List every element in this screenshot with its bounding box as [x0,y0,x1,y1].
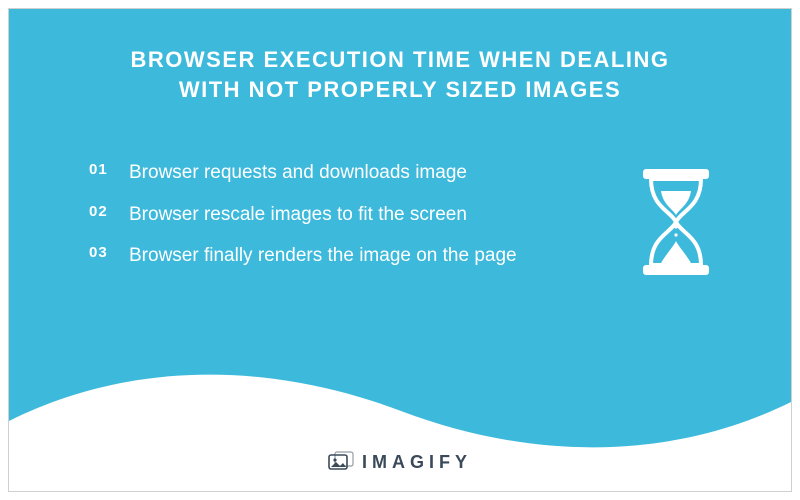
brand-name: IMAGIFY [362,452,472,473]
step-number: 03 [89,242,129,261]
step-number: 02 [89,201,129,220]
step-text: Browser finally renders the image on the… [129,242,517,270]
footer: IMAGIFY [9,451,791,473]
card-title: BROWSER EXECUTION TIME WHEN DEALING WITH… [9,9,791,114]
list-item: 03 Browser finally renders the image on … [89,242,621,270]
steps-list: 01 Browser requests and downloads image … [89,159,621,284]
list-item: 02 Browser rescale images to fit the scr… [89,201,621,229]
step-text: Browser requests and downloads image [129,159,467,187]
list-item: 01 Browser requests and downloads image [89,159,621,187]
step-number: 01 [89,159,129,178]
card-content: 01 Browser requests and downloads image … [9,114,791,284]
step-text: Browser rescale images to fit the screen [129,201,467,229]
brand-logo-icon [328,451,354,473]
hourglass-icon [621,159,731,277]
info-card: BROWSER EXECUTION TIME WHEN DEALING WITH… [8,8,792,492]
